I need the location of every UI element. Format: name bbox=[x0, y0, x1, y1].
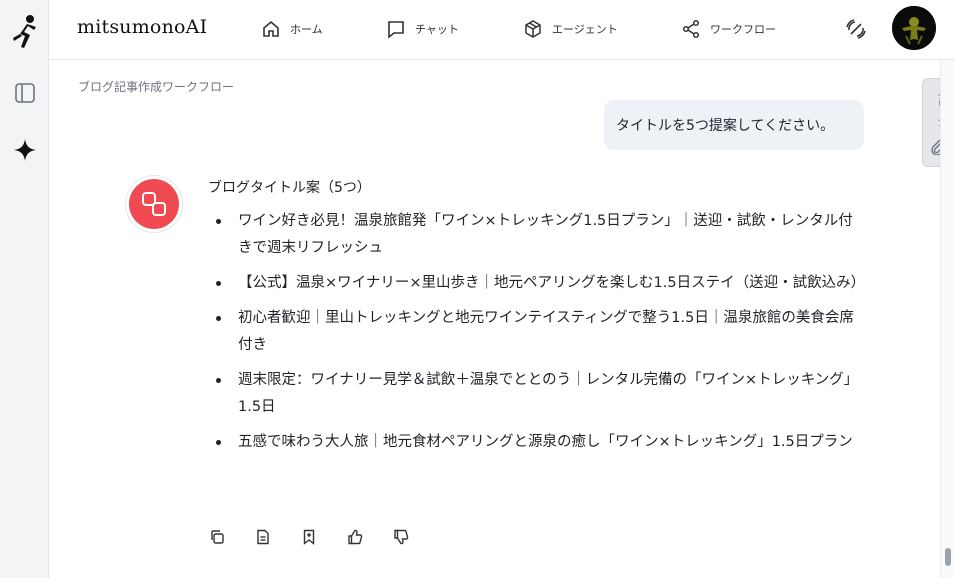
list-item: 初心者歓迎｜里山トレッキングと地元ワインテイスティングで整う1.5日｜温泉旅館の… bbox=[208, 305, 863, 359]
chat-icon bbox=[388, 21, 404, 39]
assistant-avatar bbox=[125, 175, 183, 233]
home-icon bbox=[263, 20, 279, 37]
document-icon[interactable] bbox=[254, 528, 272, 546]
top-bar: mitsumonoAI ホーム チャット エージェント ワークフロー bbox=[49, 0, 955, 60]
scrollbar[interactable] bbox=[940, 60, 955, 578]
runner-logo-icon[interactable] bbox=[0, 12, 49, 52]
scroll-thumb[interactable] bbox=[945, 548, 951, 566]
answer-list: ワイン好き必見！温泉旅館発「ワイン×トレッキング1.5日プラン」｜送迎・試飲・レ… bbox=[208, 208, 865, 464]
sidebar-panel-icon[interactable] bbox=[0, 78, 49, 108]
sparkle-icon[interactable] bbox=[0, 134, 49, 166]
brand-logo[interactable]: mitsumonoAI bbox=[77, 16, 207, 38]
nav-agent-label: エージェント bbox=[552, 23, 618, 36]
left-sidebar bbox=[0, 0, 49, 578]
list-item: 五感で味わう大人旅｜地元食材ペアリングと源泉の癒し「ワイン×トレッキング」1.5… bbox=[208, 429, 863, 456]
thumbs-up-icon[interactable] bbox=[346, 528, 364, 546]
nav-agent[interactable]: エージェント bbox=[523, 16, 618, 42]
cube-icon bbox=[525, 20, 541, 38]
list-item: 【公式】温泉×ワイナリー×里山歩き｜地元ペアリングを楽しむ1.5日ステイ（送迎・… bbox=[208, 270, 865, 297]
nav-chat-label: チャット bbox=[415, 23, 459, 36]
message-actions bbox=[208, 528, 410, 546]
breadcrumb[interactable]: ブログ記事作成ワークフロー bbox=[78, 78, 234, 95]
share-nodes-icon bbox=[682, 19, 700, 39]
nav-workflow-label: ワークフロー bbox=[710, 23, 776, 36]
nav-workflow[interactable]: ワークフロー bbox=[681, 16, 776, 42]
connection-icon[interactable] bbox=[843, 16, 869, 42]
list-item: ワイン好き必見！温泉旅館発「ワイン×トレッキング1.5日プラン」｜送迎・試飲・レ… bbox=[208, 208, 863, 262]
list-item: 週末限定：ワイナリー見学＆試飲＋温泉でととのう｜レンタル完備の「ワイン×トレッキ… bbox=[208, 367, 863, 421]
bookmark-icon[interactable] bbox=[300, 528, 318, 546]
copy-icon[interactable] bbox=[208, 528, 226, 546]
user-avatar[interactable] bbox=[892, 6, 936, 50]
nav-home[interactable]: ホーム bbox=[261, 16, 323, 42]
thumbs-down-icon[interactable] bbox=[392, 528, 410, 546]
user-message-bubble: タイトルを5つ提案してください。 bbox=[604, 100, 864, 150]
answer-title: ブログタイトル案（5つ） bbox=[208, 180, 371, 196]
nav-home-label: ホーム bbox=[290, 23, 323, 36]
nav-chat[interactable]: チャット bbox=[386, 16, 459, 42]
user-message-text: タイトルを5つ提案してください。 bbox=[616, 118, 835, 134]
assistant-logo-icon bbox=[129, 179, 179, 229]
